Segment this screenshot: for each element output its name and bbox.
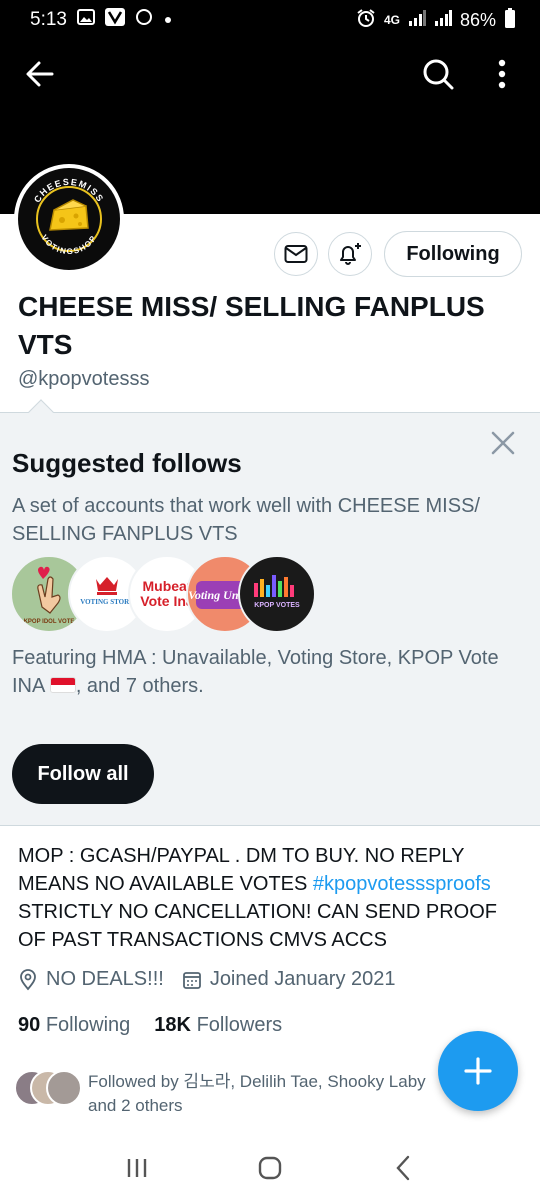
plus-icon [464, 1057, 492, 1085]
notifications-button[interactable] [328, 232, 372, 276]
search-icon [423, 59, 454, 90]
bell-plus-icon [340, 243, 361, 265]
search-button[interactable] [416, 52, 460, 96]
svg-text:KPOP IDOL VOTE: KPOP IDOL VOTE [24, 619, 75, 625]
gallery-icon [76, 9, 95, 31]
joined-date: Joined January 2021 [209, 968, 396, 990]
battery-level: 86% [459, 9, 496, 30]
location-text: NO DEALS!!! [46, 968, 164, 990]
recent-apps-icon [127, 1159, 146, 1177]
signal-icon [408, 9, 426, 31]
compose-tweet-button[interactable] [438, 1031, 518, 1111]
home-icon [258, 1156, 282, 1180]
followers-count-link[interactable]: 18K Followers [154, 1014, 282, 1037]
home-button[interactable] [245, 1148, 295, 1188]
follow-all-button[interactable]: Follow all [12, 744, 154, 804]
circle-icon [135, 8, 153, 32]
battery-icon [504, 7, 516, 33]
close-icon [491, 431, 515, 455]
display-name: CHEESE MISS/ SELLING FANPLUS VTS [18, 291, 485, 360]
suggested-description: A set of accounts that work well with CH… [12, 495, 480, 545]
featuring-text: Featuring HMA : Unavailable, Voting Stor… [12, 647, 499, 697]
mutual-avatar-3 [46, 1070, 82, 1106]
more-vertical-icon [498, 59, 506, 89]
close-suggestions-button[interactable] [488, 428, 518, 458]
following-count-link[interactable]: 90 Following [18, 1014, 130, 1037]
system-nav-bar [0, 1136, 540, 1200]
svg-text:KPOP VOTES: KPOP VOTES [254, 602, 300, 609]
v-app-icon [104, 8, 125, 32]
profile-meta: NO DEALS!!! Joined January 2021 [18, 968, 406, 991]
following-button[interactable]: Following [384, 231, 522, 277]
status-time: 5:13 [30, 9, 67, 30]
profile-bio: MOP : GCASH/PAYPAL . DM TO BUY. NO REPLY… [18, 845, 497, 951]
svg-text:VOTINGSHOP: VOTINGSHOP [39, 233, 98, 256]
suggested-title: Suggested follows [12, 448, 242, 478]
recent-apps-button[interactable] [112, 1148, 162, 1188]
bio-hashtag-link[interactable]: #kpopvotesssproofs [313, 873, 491, 895]
cheese-logo: CHEESEMISS VOTINGSHOP [32, 177, 104, 256]
system-back-button[interactable] [378, 1148, 428, 1188]
alarm-icon [356, 8, 376, 33]
more-options-button[interactable] [482, 52, 522, 96]
back-arrow-icon [26, 61, 54, 87]
suggested-avatar-5[interactable]: KPOP VOTES [238, 555, 316, 633]
status-bar: 5:13 4G 86% [0, 0, 540, 40]
indonesia-flag-icon [49, 677, 76, 693]
signal-icon-2 [434, 9, 452, 31]
suggested-avatars[interactable]: KPOP IDOL VOTE VOTING STORE Mubeat Vote … [10, 555, 316, 633]
message-button[interactable] [274, 232, 318, 276]
profile-avatar[interactable]: CHEESEMISS VOTINGSHOP [14, 164, 124, 274]
calendar-icon [182, 971, 201, 989]
dot-icon [163, 9, 173, 31]
back-button[interactable] [20, 54, 60, 94]
location-pin-icon [20, 968, 36, 990]
followed-by-avatars [14, 1070, 82, 1106]
chevron-left-icon [396, 1155, 410, 1181]
follow-counts: 90 Following 18K Followers [18, 1014, 282, 1037]
followed-by-text: Followed by 김노라, Delilih Tae, Shooky Lab… [88, 1072, 426, 1115]
svg-text:VOTING STORE: VOTING STORE [80, 598, 134, 606]
envelope-icon [284, 245, 308, 263]
user-handle: @kpopvotesss [18, 368, 150, 390]
network-type: 4G [383, 13, 400, 27]
followed-by-row[interactable]: Followed by 김노라, Delilih Tae, Shooky Lab… [14, 1070, 454, 1118]
